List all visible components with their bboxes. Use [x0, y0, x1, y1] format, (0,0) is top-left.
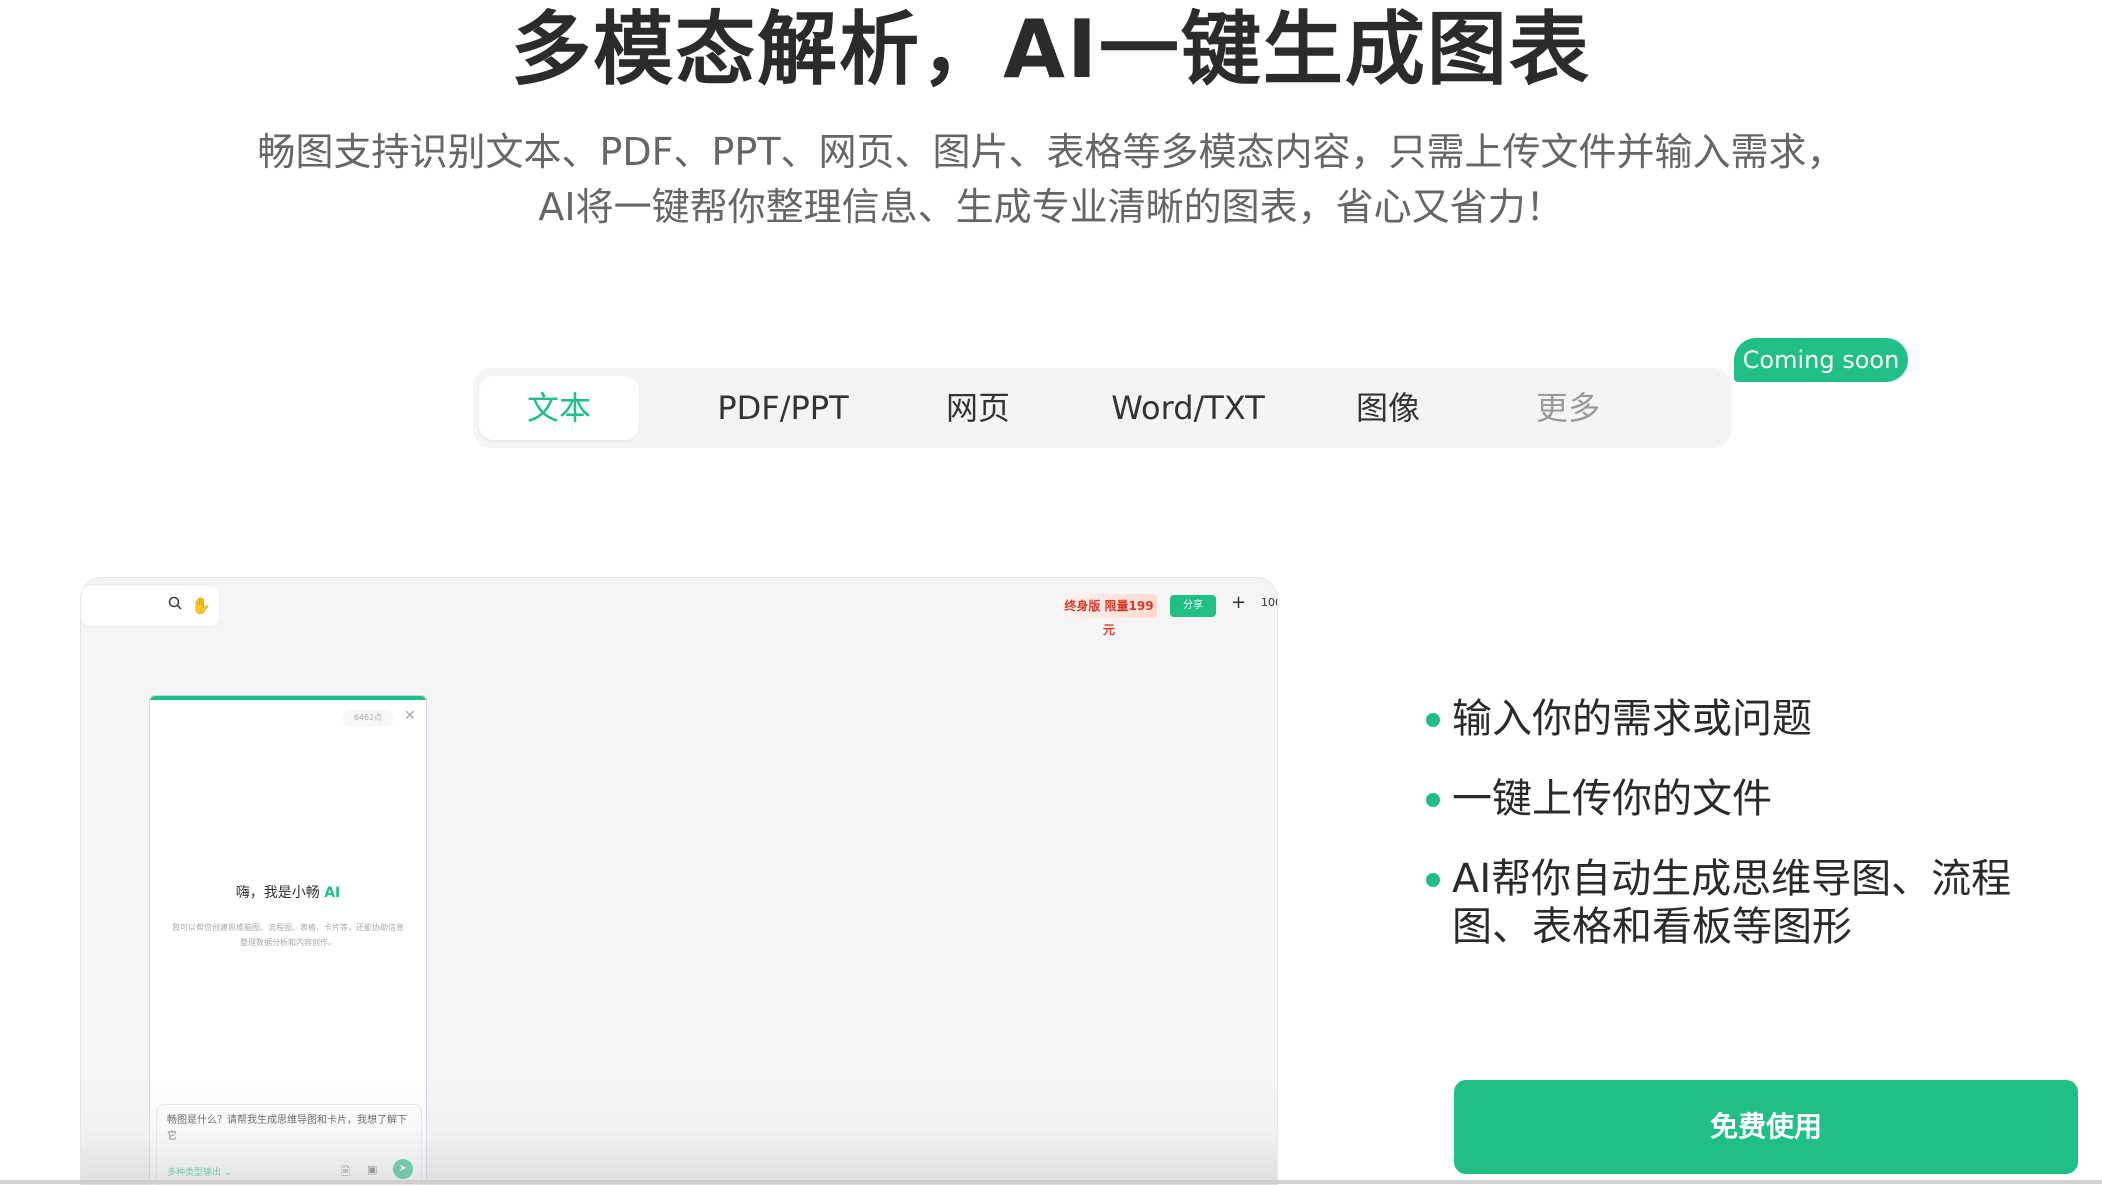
bullet-dot — [1426, 713, 1440, 727]
add-button[interactable]: + — [1231, 592, 1246, 613]
bullet-dot — [1426, 793, 1440, 807]
hand-icon[interactable]: ✋ — [189, 594, 213, 618]
page-title: 多模态解析，AI一键生成图表 — [511, 3, 1591, 96]
greeting-text: 嗨，我是小畅 — [235, 885, 320, 901]
feature-item: AI帮你自动生成思维导图、流程图、表格和看板等图形 — [1426, 855, 2052, 951]
image-upload-icon[interactable]: ▣ — [367, 1163, 377, 1176]
tab-webpage[interactable]: 网页 — [893, 376, 1063, 440]
chat-description: 我可以帮您创建思维脑图、流程图、表格、卡片等，还能协助信息整理数据分析和内容创作… — [172, 923, 404, 947]
subtitle-line-2: AI将一键帮你整理信息、生成专业清晰的图表，省心又省力！ — [538, 185, 1564, 229]
share-button[interactable]: 分享 — [1170, 595, 1216, 617]
chat-greeting: 嗨，我是小畅 AI — [150, 882, 426, 902]
coming-soon-badge: Coming soon — [1734, 338, 1908, 382]
tab-word-txt[interactable]: Word/TXT — [1083, 376, 1293, 440]
tab-pdf-ppt[interactable]: PDF/PPT — [683, 376, 883, 440]
feature-item: 输入你的需求或问题 — [1426, 695, 1812, 743]
points-badge: 6462点 — [342, 710, 394, 726]
demo-app-window: ✋ 终身版 限量199元 分享 + 100 6462点 ✕ 嗨，我是小畅 AI … — [80, 577, 1278, 1185]
tab-text[interactable]: 文本 — [479, 376, 639, 440]
chat-panel-accent — [150, 696, 426, 700]
close-icon[interactable]: ✕ — [404, 708, 416, 724]
bullet-dot — [1426, 873, 1440, 887]
feature-item: 一键上传你的文件 — [1426, 775, 1772, 823]
subtitle-line-1: 畅图支持识别文本、PDF、PPT、网页、图片、表格等多模态内容，只需上传文件并输… — [257, 130, 1845, 174]
tab-image[interactable]: 图像 — [1303, 376, 1473, 440]
chat-composer[interactable]: 畅图是什么？请帮我生成思维导图和卡片，我想了解下它 多种类型输出 ⌄ 🗎 ▣ ➤ — [156, 1104, 422, 1185]
bottom-divider — [0, 1180, 2102, 1184]
tab-more[interactable]: 更多 — [1483, 376, 1653, 440]
zoom-level[interactable]: 100 — [1261, 596, 1277, 609]
source-type-tabs: 文本 PDF/PPT 网页 Word/TXT 图像 更多 — [473, 368, 1731, 448]
search-icon[interactable] — [163, 594, 187, 618]
promo-badge[interactable]: 终身版 限量199元 — [1061, 594, 1157, 637]
output-type-select[interactable]: 多种类型输出 ⌄ — [167, 1165, 231, 1178]
canvas-toolbar: ✋ — [81, 586, 219, 626]
send-button[interactable]: ➤ — [393, 1159, 413, 1179]
feature-text: AI帮你自动生成思维导图、流程图、表格和看板等图形 — [1452, 856, 2012, 950]
free-use-button[interactable]: 免费使用 — [1454, 1080, 2078, 1174]
ai-mark: AI — [324, 885, 341, 901]
ai-chat-panel: 6462点 ✕ 嗨，我是小畅 AI 我可以帮您创建思维脑图、流程图、表格、卡片等… — [149, 695, 427, 1185]
feature-text: 输入你的需求或问题 — [1452, 696, 1812, 742]
feature-text: 一键上传你的文件 — [1452, 776, 1772, 822]
chat-input[interactable]: 畅图是什么？请帮我生成思维导图和卡片，我想了解下它 — [167, 1113, 411, 1145]
